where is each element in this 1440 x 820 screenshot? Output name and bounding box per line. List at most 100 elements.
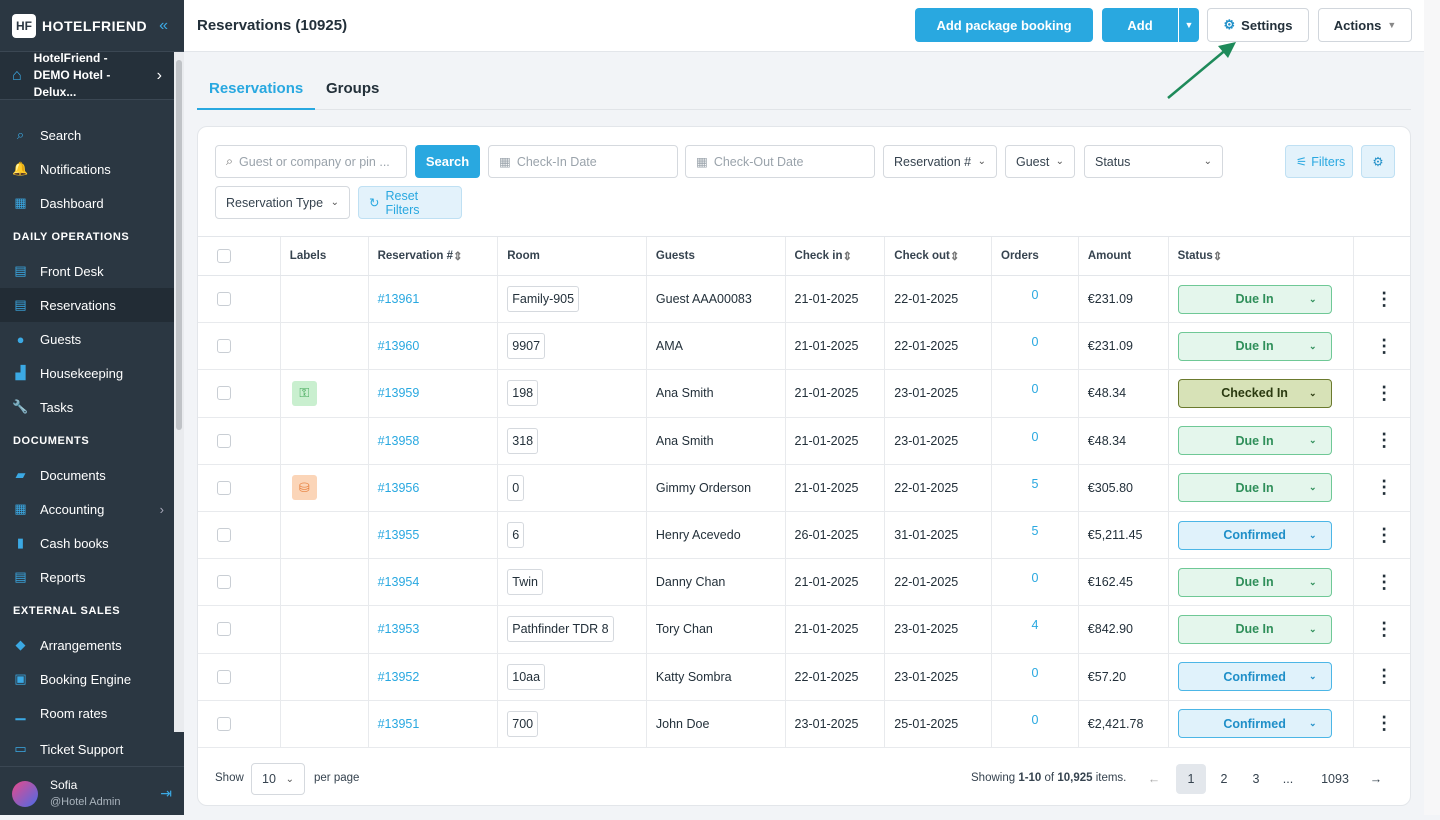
table-row[interactable]: ⛁ #13956 0 Gimmy Orderson 21-01-2025 22-01-20… bbox=[198, 464, 1410, 512]
column-header-label[interactable]: Status bbox=[1178, 250, 1213, 262]
add-package-booking-button[interactable]: Add package booking bbox=[915, 8, 1093, 42]
search-button[interactable]: Search bbox=[415, 145, 480, 178]
page-last[interactable]: 1093 bbox=[1315, 764, 1355, 794]
status-dropdown[interactable]: Confirmed ⌄ bbox=[1177, 709, 1332, 739]
sidebar-item-arrangements[interactable]: ◆ Arrangements bbox=[0, 628, 174, 662]
hotel-selector[interactable]: ⌂ HotelFriend - DEMO Hotel - Delux... › bbox=[0, 51, 184, 100]
status-dropdown[interactable]: Confirmed ⌄ bbox=[1177, 662, 1332, 692]
status-dropdown[interactable]: Due In ⌄ bbox=[1177, 567, 1332, 597]
page-2[interactable]: 2 bbox=[1209, 764, 1239, 794]
more-options-icon[interactable]: ⋮ bbox=[1375, 383, 1393, 404]
reservation-number-select[interactable]: Reservation # ⌄ bbox=[883, 145, 997, 178]
orders-link[interactable]: 0 bbox=[1031, 571, 1038, 585]
row-checkbox[interactable] bbox=[217, 386, 231, 401]
sort-icon[interactable]: ⇕ bbox=[1213, 249, 1223, 263]
sort-icon[interactable]: ⇕ bbox=[950, 249, 960, 263]
next-page-icon[interactable]: → bbox=[1361, 764, 1391, 794]
filters-button[interactable]: ⚟ Filters bbox=[1285, 145, 1353, 178]
more-options-icon[interactable]: ⋮ bbox=[1375, 336, 1393, 357]
per-page-select[interactable]: 10 ⌄ bbox=[251, 763, 305, 795]
status-dropdown[interactable]: Due In ⌄ bbox=[1177, 614, 1332, 644]
row-checkbox[interactable] bbox=[217, 433, 231, 448]
more-options-icon[interactable]: ⋮ bbox=[1375, 619, 1393, 640]
reservation-link[interactable]: #13954 bbox=[378, 575, 420, 589]
orders-link[interactable]: 4 bbox=[1031, 618, 1038, 632]
orders-link[interactable]: 0 bbox=[1031, 713, 1038, 727]
orders-link[interactable]: 0 bbox=[1031, 666, 1038, 680]
sidebar-item-accounting[interactable]: ▦ Accounting › bbox=[0, 492, 174, 526]
column-header-label[interactable]: Check in bbox=[795, 250, 843, 262]
sidebar-item-reservations[interactable]: ▤ Reservations bbox=[0, 288, 174, 322]
sidebar-item-dashboard[interactable]: ▦ Dashboard bbox=[0, 186, 174, 220]
status-dropdown[interactable]: Confirmed ⌄ bbox=[1177, 520, 1332, 550]
guest-select[interactable]: Guest ⌄ bbox=[1005, 145, 1075, 178]
sidebar-item-booking-engine[interactable]: ▣ Booking Engine bbox=[0, 662, 174, 696]
more-options-icon[interactable]: ⋮ bbox=[1375, 477, 1393, 498]
row-checkbox[interactable] bbox=[217, 575, 231, 590]
reservation-type-select[interactable]: Reservation Type ⌄ bbox=[215, 186, 350, 219]
row-checkbox[interactable] bbox=[217, 339, 231, 354]
settings-button[interactable]: ⚙ Settings bbox=[1207, 8, 1309, 42]
sidebar-scrollbar[interactable] bbox=[174, 52, 184, 732]
table-row[interactable]: ⚿ #13959 198 Ana Smith 21-01-2025 23-01-2025 0… bbox=[198, 370, 1410, 418]
table-row[interactable]: #13951 700 John Doe 23-01-2025 25-01-2025 0 €2… bbox=[198, 700, 1410, 748]
reservation-link[interactable]: #13953 bbox=[378, 622, 420, 636]
sidebar-item-guests[interactable]: ● Guests bbox=[0, 322, 174, 356]
more-options-icon[interactable]: ⋮ bbox=[1375, 430, 1393, 451]
status-select[interactable]: Status ⌄ bbox=[1084, 145, 1223, 178]
page-3[interactable]: 3 bbox=[1241, 764, 1271, 794]
sidebar-item-room-rates[interactable]: ▁ Room rates bbox=[0, 696, 174, 730]
sidebar-item-search[interactable]: ⌕ Search bbox=[0, 118, 174, 152]
actions-button[interactable]: Actions ▼ bbox=[1318, 8, 1412, 42]
reservation-link[interactable]: #13951 bbox=[378, 717, 420, 731]
table-row[interactable]: #13953 Pathfinder TDR 8 Tory Chan 21-01-202… bbox=[198, 606, 1410, 654]
row-checkbox[interactable] bbox=[217, 480, 231, 495]
reservation-link[interactable]: #13959 bbox=[378, 386, 420, 400]
user-profile[interactable]: Sofia @Hotel Admin ⇥ bbox=[0, 766, 184, 820]
sidebar-item-cash-books[interactable]: ▮ Cash books bbox=[0, 526, 174, 560]
status-dropdown[interactable]: Checked In ⌄ bbox=[1177, 378, 1332, 408]
orders-link[interactable]: 5 bbox=[1031, 477, 1038, 491]
page-scrollbar[interactable] bbox=[1424, 0, 1440, 815]
column-header-label[interactable]: Reservation # bbox=[378, 250, 453, 262]
table-row[interactable]: #13955 6 Henry Acevedo 26-01-2025 31-01-2025… bbox=[198, 511, 1410, 560]
status-dropdown[interactable]: Due In ⌄ bbox=[1177, 473, 1332, 503]
more-options-icon[interactable]: ⋮ bbox=[1375, 713, 1393, 734]
row-checkbox[interactable] bbox=[217, 716, 231, 731]
sidebar-item-documents[interactable]: ▰ Documents bbox=[0, 458, 174, 492]
add-dropdown-button[interactable]: ▼ bbox=[1179, 8, 1199, 42]
orders-link[interactable]: 0 bbox=[1031, 430, 1038, 444]
select-all-checkbox[interactable] bbox=[217, 249, 231, 263]
sort-icon[interactable]: ⇕ bbox=[842, 249, 852, 263]
reservation-link[interactable]: #13955 bbox=[378, 528, 420, 542]
table-row[interactable]: #13960 9907 AMA 21-01-2025 22-01-2025 0 €231.0… bbox=[198, 323, 1410, 371]
sidebar-item-housekeeping[interactable]: ▟ Housekeeping bbox=[0, 356, 174, 390]
row-checkbox[interactable] bbox=[217, 669, 231, 684]
page-1[interactable]: 1 bbox=[1176, 764, 1206, 794]
sidebar-item-ticket-support[interactable]: ▭ Ticket Support bbox=[0, 732, 184, 766]
sidebar-item-notifications[interactable]: 🔔 Notifications bbox=[0, 152, 174, 186]
collapse-sidebar-icon[interactable]: « bbox=[159, 17, 168, 35]
sidebar-item-tasks[interactable]: 🔧 Tasks bbox=[0, 390, 174, 424]
sidebar-item-reports[interactable]: ▤ Reports bbox=[0, 560, 174, 594]
orders-link[interactable]: 5 bbox=[1031, 524, 1038, 538]
checkin-date-input[interactable]: ▦ Check-In Date bbox=[488, 145, 678, 178]
checkout-date-input[interactable]: ▦ Check-Out Date bbox=[685, 145, 875, 178]
row-checkbox[interactable] bbox=[217, 528, 231, 543]
more-options-icon[interactable]: ⋮ bbox=[1375, 666, 1393, 687]
orders-link[interactable]: 0 bbox=[1031, 382, 1038, 396]
table-settings-button[interactable]: ⚙ bbox=[1361, 145, 1395, 178]
status-dropdown[interactable]: Due In ⌄ bbox=[1177, 426, 1332, 456]
prev-page-icon[interactable]: ← bbox=[1139, 764, 1169, 794]
reservation-link[interactable]: #13952 bbox=[378, 670, 420, 684]
reservation-link[interactable]: #13956 bbox=[378, 481, 420, 495]
row-checkbox[interactable] bbox=[217, 292, 231, 307]
table-row[interactable]: #13961 Family-905 Guest AAA00083 21-01-2025… bbox=[198, 276, 1410, 324]
reset-filters-button[interactable]: ↻ Reset Filters bbox=[358, 186, 462, 219]
more-options-icon[interactable]: ⋮ bbox=[1375, 289, 1393, 310]
orders-link[interactable]: 0 bbox=[1031, 335, 1038, 349]
row-checkbox[interactable] bbox=[217, 622, 231, 637]
more-options-icon[interactable]: ⋮ bbox=[1375, 572, 1393, 593]
sidebar-item-front-desk[interactable]: ▤ Front Desk bbox=[0, 254, 174, 288]
status-dropdown[interactable]: Due In ⌄ bbox=[1177, 331, 1332, 361]
